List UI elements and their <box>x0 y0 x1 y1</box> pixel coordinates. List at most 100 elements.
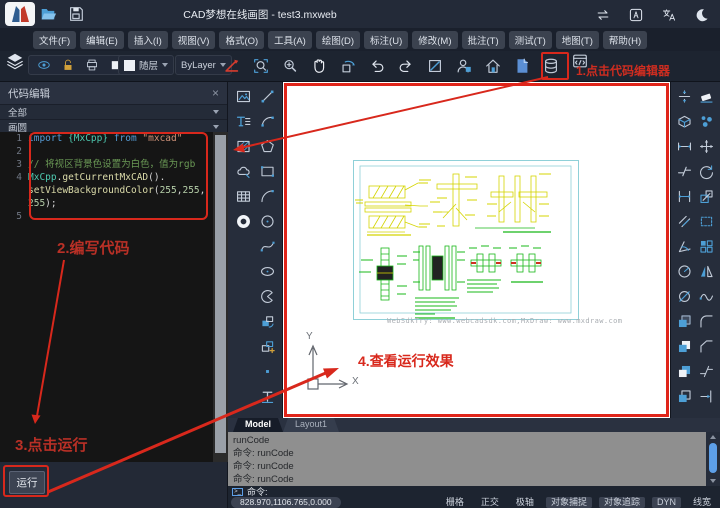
block-insert-icon[interactable] <box>259 338 276 355</box>
app-logo-icon[interactable] <box>5 2 35 26</box>
menu-item-9[interactable]: 批注(T) <box>461 30 505 49</box>
dim-linear-icon[interactable] <box>676 188 693 205</box>
copy-icon[interactable] <box>698 113 715 130</box>
menu-item-4[interactable]: 格式(O) <box>219 30 265 49</box>
ellipse-icon[interactable] <box>259 263 276 280</box>
dim-angular-icon[interactable] <box>676 238 693 255</box>
dim-break-icon[interactable] <box>676 163 693 180</box>
menu-item-5[interactable]: 工具(A) <box>268 30 312 49</box>
array-icon[interactable] <box>698 238 715 255</box>
rectangle-icon[interactable] <box>259 163 276 180</box>
polygon-icon[interactable] <box>259 138 276 155</box>
rotate-icon[interactable] <box>698 163 715 180</box>
tab-layout1[interactable]: Layout1 <box>283 418 339 432</box>
user-icon[interactable] <box>454 56 474 76</box>
table-icon[interactable] <box>235 188 252 205</box>
dim-continue-icon[interactable] <box>676 138 693 155</box>
command-input-row[interactable]: >_ 命令: <box>228 486 720 497</box>
code-editor-area[interactable]: 1 import {MxCpp} from "mxcad" 2 3// 将视区背景色设… <box>0 132 228 462</box>
toggle-线宽[interactable]: 线宽 <box>688 497 716 508</box>
unlock-icon[interactable] <box>58 55 78 75</box>
open-file-button[interactable] <box>38 4 58 24</box>
measure-icon[interactable] <box>425 56 445 76</box>
printer-icon[interactable] <box>82 55 102 75</box>
window-sync-icon[interactable] <box>593 5 613 25</box>
revcloud-icon[interactable] <box>235 163 252 180</box>
pline-edit-icon[interactable] <box>222 56 242 76</box>
dim-aligned-icon[interactable] <box>676 213 693 230</box>
color-dropdown[interactable]: 随层 <box>118 55 175 75</box>
scroll-down-icon[interactable] <box>710 479 716 483</box>
zoom-extents-icon[interactable] <box>280 56 300 76</box>
scrollbar-thumb[interactable] <box>709 443 717 473</box>
close-icon[interactable]: × <box>212 86 219 100</box>
drawing-canvas[interactable]: WebSdkTry: www.webcadsdk.com,MxDraw: www… <box>283 82 670 418</box>
translate-icon[interactable] <box>659 5 679 25</box>
home-icon[interactable] <box>483 56 503 76</box>
arc-continue-icon[interactable] <box>259 188 276 205</box>
mirror-icon[interactable] <box>698 263 715 280</box>
donut-icon[interactable] <box>235 213 252 230</box>
text-style-icon[interactable] <box>235 113 252 130</box>
circle-icon[interactable] <box>259 213 276 230</box>
select-window-icon[interactable] <box>698 213 715 230</box>
match-props-4-icon[interactable] <box>676 388 693 405</box>
spline-icon[interactable] <box>259 238 276 255</box>
menu-item-0[interactable]: 文件(F) <box>33 30 77 49</box>
text-single-icon[interactable] <box>259 388 276 405</box>
redo-icon[interactable] <box>396 56 416 76</box>
layers-icon[interactable] <box>5 51 25 71</box>
menu-item-10[interactable]: 测试(T) <box>508 30 552 49</box>
code-scrollbar[interactable] <box>213 132 228 462</box>
toggle-对象捕捉[interactable]: 对象捕捉 <box>545 497 592 508</box>
line-icon[interactable] <box>259 88 276 105</box>
ellipse-arc-icon[interactable] <box>259 288 276 305</box>
toggle-对象追踪[interactable]: 对象追踪 <box>598 497 645 508</box>
arc-icon[interactable] <box>259 113 276 130</box>
menu-item-3[interactable]: 视图(V) <box>171 30 216 49</box>
database-icon[interactable] <box>541 56 561 76</box>
new-doc-icon[interactable] <box>512 56 532 76</box>
menu-item-12[interactable]: 帮助(H) <box>602 30 648 49</box>
zoom-window-icon[interactable] <box>251 56 271 76</box>
block-edit-icon[interactable] <box>259 313 276 330</box>
undo-icon[interactable] <box>367 56 387 76</box>
menu-item-2[interactable]: 插入(I) <box>127 30 168 49</box>
match-props-2-icon[interactable] <box>676 338 693 355</box>
toggle-DYN[interactable]: DYN <box>651 497 681 508</box>
ai-assistant-icon[interactable] <box>626 5 646 25</box>
menu-item-8[interactable]: 修改(M) <box>412 30 458 49</box>
dim-radius-icon[interactable] <box>676 263 693 280</box>
spline-edit-icon[interactable] <box>698 288 715 305</box>
toggle-正交[interactable]: 正交 <box>476 497 504 508</box>
history-scrollbar[interactable] <box>706 432 720 486</box>
pan-icon[interactable] <box>309 56 329 76</box>
extend-icon[interactable] <box>698 388 715 405</box>
code-filter-category[interactable]: 全部 <box>0 105 227 120</box>
match-props-1-icon[interactable] <box>676 313 693 330</box>
command-history[interactable]: runCode 命令: runCode 命令: runCode 命令: runCode <box>228 432 720 486</box>
move-icon[interactable] <box>698 138 715 155</box>
rotate-90-icon[interactable] <box>338 56 358 76</box>
run-button[interactable]: 运行 <box>9 471 45 494</box>
eye-icon[interactable] <box>34 55 54 75</box>
box-3d-icon[interactable] <box>676 113 693 130</box>
menu-item-6[interactable]: 绘图(D) <box>315 30 361 49</box>
toggle-栅格[interactable]: 栅格 <box>441 497 469 508</box>
menu-item-11[interactable]: 地图(T) <box>555 30 599 49</box>
toggle-极轴[interactable]: 极轴 <box>511 497 539 508</box>
dim-diameter-icon[interactable] <box>676 288 693 305</box>
scale-icon[interactable] <box>698 188 715 205</box>
dark-mode-icon[interactable] <box>692 5 712 25</box>
match-props-3-icon[interactable] <box>676 363 693 380</box>
erase-icon[interactable] <box>698 88 715 105</box>
menu-item-1[interactable]: 编辑(E) <box>80 30 124 49</box>
chamfer-icon[interactable] <box>698 338 715 355</box>
tab-model[interactable]: Model <box>233 418 283 432</box>
hatch-icon[interactable] <box>235 138 252 155</box>
dim-update-icon[interactable] <box>676 88 693 105</box>
point-icon[interactable] <box>259 363 276 380</box>
fillet-icon[interactable] <box>698 313 715 330</box>
break-icon[interactable] <box>698 363 715 380</box>
image-icon[interactable] <box>235 88 252 105</box>
